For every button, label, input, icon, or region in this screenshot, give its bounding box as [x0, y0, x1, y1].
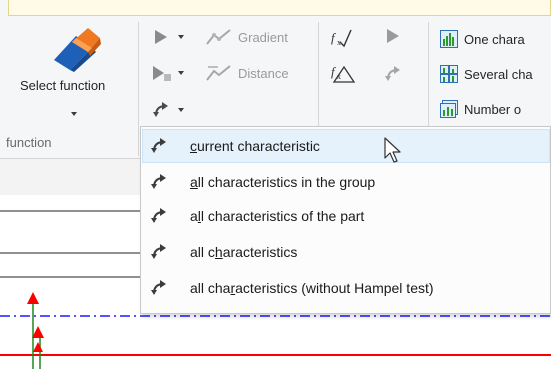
undo-icon	[151, 280, 166, 295]
one-characteristic-button[interactable]: One chara	[440, 28, 551, 50]
play-icon[interactable]	[386, 28, 400, 44]
undo-dropdown-menu: current characteristic all characteristi…	[140, 126, 551, 314]
menu-item-label: all characteristics	[190, 244, 298, 260]
menu-item-all-characteristics[interactable]: all characteristics	[142, 235, 550, 269]
undo-icon	[151, 244, 166, 259]
distance-button[interactable]: Distance	[206, 62, 310, 84]
undo-icon	[151, 174, 166, 189]
search-box[interactable]	[8, 0, 551, 16]
function-delta-icon[interactable]: f x	[330, 63, 356, 83]
number-of-label: Number o	[464, 101, 522, 117]
menu-item-all-in-group[interactable]: all characteristics in the group	[142, 165, 550, 199]
group-separator	[138, 22, 139, 156]
chevron-down-icon	[71, 112, 77, 116]
menu-item-all-without-hampel[interactable]: all characteristics (without Hampel test…	[142, 271, 550, 305]
undo-dropdown-button[interactable]	[150, 99, 196, 121]
play-icon	[155, 30, 167, 44]
distance-label: Distance	[238, 65, 289, 81]
menu-item-current-characteristic[interactable]: current characteristic	[142, 129, 550, 163]
arrow-tool-button[interactable]	[150, 26, 196, 48]
menu-item-label: all characteristics (without Hampel test…	[190, 280, 434, 296]
undo-icon[interactable]	[384, 66, 402, 82]
group-label-function: function	[6, 135, 52, 150]
chevron-down-icon	[178, 35, 184, 39]
one-characteristic-label: One chara	[464, 31, 525, 47]
marker-tool-icon	[153, 66, 171, 81]
gradient-button[interactable]: Gradient	[206, 26, 310, 48]
menu-item-label: current characteristic	[190, 138, 320, 154]
distance-icon	[206, 65, 231, 81]
gradient-icon	[206, 29, 231, 45]
menu-item-label: all characteristics in the group	[190, 174, 376, 190]
stacked-chart-icon	[440, 100, 458, 118]
mouse-cursor-icon	[384, 137, 401, 163]
function-check-icon[interactable]: f x	[330, 28, 352, 48]
chevron-down-icon	[178, 71, 184, 75]
select-function-label: Select function	[20, 78, 106, 93]
chevron-down-icon	[178, 108, 184, 112]
gradient-label: Gradient	[238, 29, 288, 45]
select-function-button[interactable]: Select function	[12, 22, 134, 122]
menu-item-label: all characteristics of the part	[190, 208, 365, 224]
several-characteristics-label: Several cha	[464, 66, 533, 82]
undo-icon	[151, 208, 166, 223]
number-of-button[interactable]: Number o	[440, 98, 551, 120]
multi-chart-icon	[440, 65, 458, 83]
several-characteristics-button[interactable]: Several cha	[440, 63, 551, 85]
undo-icon	[151, 138, 166, 153]
menu-item-all-of-part[interactable]: all characteristics of the part	[142, 199, 550, 233]
undo-icon	[153, 102, 168, 117]
marker-tool-button[interactable]	[150, 62, 196, 84]
bar-chart-icon	[440, 30, 458, 48]
eraser-icon	[54, 28, 101, 72]
